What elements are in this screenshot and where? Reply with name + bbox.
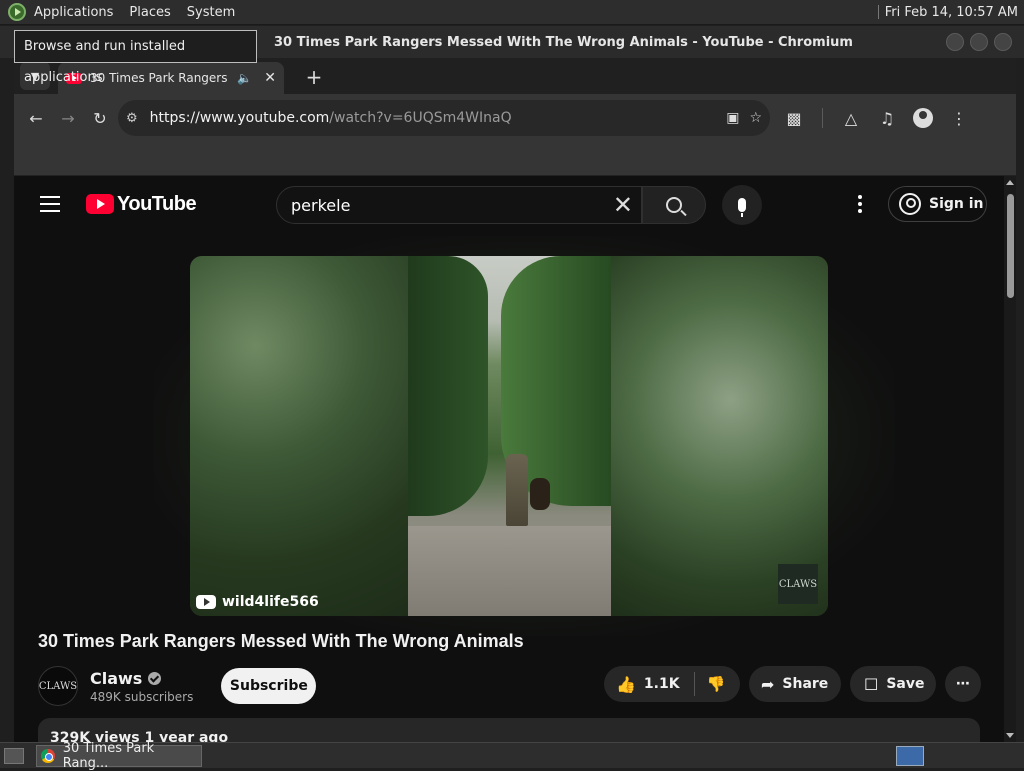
profile-button[interactable] [907,102,939,134]
video-title: 30 Times Park Rangers Messed With The Wr… [38,631,524,651]
top-panel: Applications Places System Fri Feb 14, 1… [0,0,1024,25]
description-box[interactable]: 329K views 1 year ago [38,718,980,742]
search-query: perkele [291,195,351,215]
scroll-down-arrow-icon[interactable] [1006,733,1014,738]
search-input[interactable]: perkele ✕ [276,186,642,224]
bookmark-save-icon: ☐ [864,674,879,694]
new-tab-button[interactable]: + [300,63,328,91]
toolbar-divider [822,108,823,128]
site-info-icon[interactable]: ⚙ [126,111,138,126]
menu-places[interactable]: Places [121,0,178,25]
tab-strip: ▼ 30 Times Park Rangers Messed With The … [14,58,1016,94]
close-tab-icon[interactable]: ✕ [264,70,276,86]
video-frame [408,256,611,616]
like-dislike-group: 👍 1.1K 👎 [604,666,740,702]
page-scrollbar[interactable] [1004,176,1016,742]
share-label: Share [782,676,829,692]
dislike-thumb-icon[interactable]: 👎 [707,675,726,693]
taskbar-chromium-window[interactable]: 30 Times Park Rang... [36,741,202,771]
install-app-icon[interactable]: ▣ [726,110,739,126]
bottom-taskbar: 30 Times Park Rang... [0,741,1024,771]
scroll-up-arrow-icon[interactable] [1006,180,1014,185]
panel-menu: Applications Places System [0,0,243,24]
video-watermark: wild4life566 [196,594,319,610]
video-actions: 👍 1.1K 👎 ➦ Share ☐ Save ⋯ [604,666,981,702]
show-desktop-icon[interactable] [4,747,24,764]
scrollbar-thumb[interactable] [1007,194,1014,298]
channel-info: Claws 489K subscribers [90,669,193,704]
youtube-wordmark: YouTube [117,192,197,215]
profile-avatar-icon [913,108,933,128]
reload-button[interactable]: ↻ [84,102,116,134]
maximize-button[interactable] [970,33,988,51]
labs-flask-icon[interactable]: △ [835,102,867,134]
url-host: https://www.youtube.com [149,110,330,126]
microphone-icon [738,198,746,217]
audio-playing-icon[interactable]: 🔈 [237,71,252,85]
guide-menu-icon[interactable] [40,196,60,212]
channel-name[interactable]: Claws [90,669,193,688]
youtube-logo[interactable]: YouTube [86,192,197,216]
back-button[interactable]: ← [20,102,52,134]
channel-watermark[interactable]: CLAWS [778,564,818,604]
search-icon [666,197,682,213]
video-blur-left [190,256,408,616]
panel-clock[interactable]: Fri Feb 14, 10:57 AM [885,5,1024,20]
like-thumb-icon[interactable]: 👍 [616,675,636,694]
video-player[interactable]: wild4life566 CLAWS [190,256,828,616]
menu-applications[interactable]: Applications [26,0,121,25]
like-count[interactable]: 1.1K [644,676,680,692]
close-window-button[interactable] [994,33,1012,51]
more-actions-button[interactable]: ⋯ [945,666,981,702]
sign-in-button[interactable]: Sign in [888,186,987,222]
youtube-play-logo-icon [86,194,114,214]
minimize-button[interactable] [946,33,964,51]
settings-more-icon[interactable] [850,192,870,216]
bookmarks-bar [14,142,1016,176]
browser-toolbar: ← → ↻ ⚙ https://www.youtube.com/watch?v=… [14,94,1016,142]
media-controls-icon[interactable]: ♫ [871,102,903,134]
chromium-icon [41,748,55,763]
bookmark-star-icon[interactable]: ☆ [749,110,762,126]
taskbar-item-label: 30 Times Park Rang... [62,740,155,771]
search-button[interactable] [642,186,706,224]
subscribe-button[interactable]: Subscribe [221,668,317,704]
scene-tree-left [408,256,488,516]
youtube-page: YouTube perkele ✕ Sign in wild4life566 C… [14,176,1004,742]
applications-tooltip: Browse and run installed applications [14,30,257,85]
voice-search-button[interactable] [722,185,762,225]
channel-avatar[interactable]: CLAWS [38,666,78,706]
clear-search-icon[interactable]: ✕ [613,191,633,219]
save-button[interactable]: ☐ Save [850,666,936,702]
watermark-text: wild4life566 [222,594,319,610]
extensions-puzzle-icon[interactable]: ▩ [778,102,810,134]
verified-check-icon [148,671,162,685]
subscriber-count: 489K subscribers [90,689,194,704]
channel-name-text: Claws [90,668,143,688]
like-separator [693,672,695,696]
url-path: /watch?v=6UQSm4WInaQ [329,110,512,126]
watermark-youtube-icon [196,595,216,609]
browser-menu-icon[interactable]: ⋮ [943,102,975,134]
tab-title: 30 Times Park Rangers Messed With The Wr… [90,71,231,85]
scene-path [408,526,611,616]
scene-bear [530,478,550,510]
scene-ranger [506,454,528,526]
window-controls [946,33,1024,51]
save-label: Save [886,676,925,692]
forward-button[interactable]: → [52,102,84,134]
share-button[interactable]: ➦ Share [749,666,841,702]
address-bar[interactable]: ⚙ https://www.youtube.com/watch?v=6UQSm4… [118,100,770,136]
menu-system[interactable]: System [179,0,243,25]
clock-separator [877,5,879,19]
applications-logo-icon[interactable] [8,3,26,21]
sign-in-label: Sign in [929,196,984,212]
window-title: 30 Times Park Rangers Messed With The Wr… [274,34,853,50]
video-blur-right [611,256,828,616]
workspace-switcher-icon[interactable] [896,745,924,766]
account-circle-icon [899,193,921,215]
share-arrow-icon: ➦ [761,674,775,694]
